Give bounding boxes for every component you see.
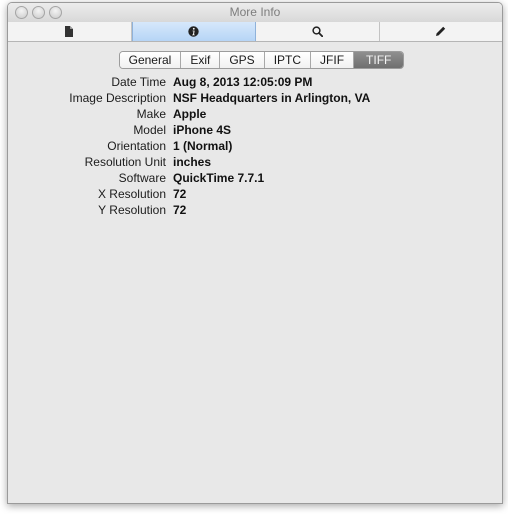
property-value: NSF Headquarters in Arlington, VA (173, 91, 371, 105)
property-label: Model (133, 123, 166, 137)
window-title: More Info (229, 5, 281, 19)
property-value: 72 (173, 187, 187, 201)
property-value: QuickTime 7.7.1 (173, 171, 265, 185)
property-value: inches (173, 155, 212, 169)
property-row-x-resolution: X Resolution 72 (8, 186, 502, 202)
title-bar[interactable]: More Info (8, 3, 502, 23)
property-value: Aug 8, 2013 12:05:09 PM (173, 75, 313, 89)
property-value: 72 (173, 203, 187, 217)
tab-gps[interactable]: GPS (220, 52, 265, 68)
info-icon (188, 26, 199, 37)
property-label: Image Description (69, 91, 166, 105)
property-label: Resolution Unit (84, 155, 166, 169)
document-icon (65, 26, 74, 37)
tab-tiff[interactable]: TIFF (354, 52, 404, 68)
property-row-model: Model iPhone 4S (8, 122, 502, 138)
tiff-properties-list: Date Time Aug 8, 2013 12:05:09 PM Image … (8, 74, 502, 218)
tab-iptc[interactable]: IPTC (264, 52, 312, 68)
property-value: iPhone 4S (173, 123, 232, 137)
property-row-make: Make Apple (8, 106, 502, 122)
property-row-resolution-unit: Resolution Unit inches (8, 154, 502, 170)
tab-general[interactable]: General (119, 52, 182, 68)
property-label: Date Time (111, 75, 166, 89)
metadata-tab-bar: General Exif GPS IPTC JFIF TIFF (8, 51, 502, 69)
keywords-tab-button[interactable] (256, 22, 380, 41)
inspector-toolbar (8, 22, 502, 42)
property-value: Apple (173, 107, 207, 121)
property-value: 1 (Normal) (173, 139, 233, 153)
property-label: Make (136, 107, 166, 121)
property-row-y-resolution: Y Resolution 72 (8, 202, 502, 218)
search-icon (312, 26, 323, 37)
adjust-tab-button[interactable] (380, 22, 503, 41)
property-row-image-description: Image Description NSF Headquarters in Ar… (8, 90, 502, 106)
metadata-segmented-control: General Exif GPS IPTC JFIF TIFF (118, 51, 405, 69)
property-label: Y Resolution (98, 203, 166, 217)
tab-jfif[interactable]: JFIF (311, 52, 355, 68)
more-info-tab-button[interactable] (131, 22, 256, 41)
more-info-window: More Info General Exif GPS IPTC JFIF TIF… (7, 2, 503, 504)
general-info-tab-button[interactable] (8, 22, 132, 41)
property-label: Software (118, 171, 166, 185)
property-label: Orientation (107, 139, 166, 153)
tab-exif[interactable]: Exif (181, 52, 221, 68)
property-row-orientation: Orientation 1 (Normal) (8, 138, 502, 154)
property-row-date-time: Date Time Aug 8, 2013 12:05:09 PM (8, 74, 502, 90)
property-label: X Resolution (97, 187, 166, 201)
property-row-software: Software QuickTime 7.7.1 (8, 170, 502, 186)
pencil-icon (436, 26, 446, 36)
